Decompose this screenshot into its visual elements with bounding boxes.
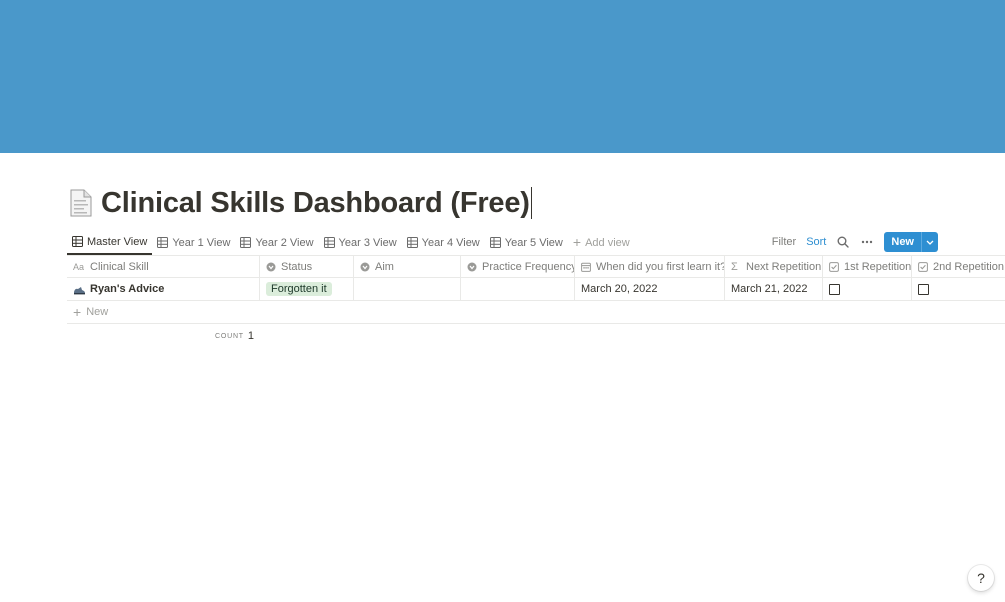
column-header-clinical-skill[interactable]: Aa Clinical Skill (67, 256, 260, 278)
plus-icon: + (73, 303, 82, 320)
page-header: Clinical Skills Dashboard (Free) (67, 184, 532, 222)
column-header-2nd-repetition[interactable]: 2nd Repetition (912, 256, 1005, 278)
calendar-icon (581, 262, 591, 272)
table-icon (240, 237, 252, 248)
table-header-row: Aa Clinical Skill Status Aim Practice Fr… (67, 255, 1005, 278)
tab-label: Year 4 View (421, 236, 480, 249)
tab-label: Year 5 View (504, 236, 563, 249)
cell-practice-frequency[interactable] (461, 278, 575, 300)
page-facing-up-icon[interactable] (67, 188, 95, 218)
tab-label: Year 3 View (338, 236, 397, 249)
checkbox-2nd-repetition[interactable] (918, 283, 929, 295)
table-icon (157, 237, 169, 248)
table-row[interactable]: Ryan's Advice Forgotten it March 20, 202… (67, 278, 1005, 301)
date-value: March 20, 2022 (581, 283, 658, 295)
column-header-status[interactable]: Status (260, 256, 354, 278)
view-tabs: Master View Year 1 View Year 2 View Year… (67, 230, 635, 255)
column-header-first-learn[interactable]: When did you first learn it? (575, 256, 725, 278)
column-label: 2nd Repetition (933, 261, 1004, 273)
more-options-icon[interactable] (860, 235, 874, 249)
tab-master-view[interactable]: Master View (67, 230, 153, 255)
checkbox-icon (918, 262, 928, 272)
view-tools: Filter Sort New (772, 232, 938, 252)
add-row-label: New (86, 306, 109, 318)
column-label: Clinical Skill (90, 261, 149, 273)
tab-label: Year 1 View (172, 236, 231, 249)
column-header-aim[interactable]: Aim (354, 256, 461, 278)
chevron-down-icon[interactable] (921, 232, 938, 252)
cell-clinical-skill[interactable]: Ryan's Advice (67, 278, 260, 300)
title-aa-icon: Aa (73, 262, 85, 272)
status-tag: Forgotten it (266, 282, 332, 296)
column-header-next-repetition[interactable]: Σ Next Repetition (725, 256, 823, 278)
row-name: Ryan's Advice (90, 283, 165, 295)
checkbox-icon (829, 262, 839, 272)
new-button-group: New (884, 232, 938, 252)
column-label: Next Repetition (746, 261, 822, 273)
tab-year-2-view[interactable]: Year 2 View (235, 230, 318, 255)
text-cursor (530, 187, 532, 219)
column-label: Aim (375, 261, 394, 273)
select-icon (360, 262, 370, 272)
table-icon (323, 237, 335, 248)
count-value: 1 (247, 330, 254, 342)
column-header-1st-repetition[interactable]: 1st Repetition (823, 256, 912, 278)
tab-year-1-view[interactable]: Year 1 View (152, 230, 235, 255)
select-icon (467, 262, 477, 272)
views-bar: Master View Year 1 View Year 2 View Year… (67, 230, 1005, 255)
formula-value: March 21, 2022 (731, 283, 808, 295)
sigma-icon: Σ (731, 261, 738, 273)
add-view-button[interactable]: + Add view (568, 230, 635, 255)
cell-next-repetition[interactable]: March 21, 2022 (725, 278, 823, 300)
cell-1st-repetition[interactable] (823, 278, 912, 300)
new-button[interactable]: New (884, 232, 921, 252)
help-button[interactable]: ? (968, 565, 994, 591)
sort-button[interactable]: Sort (806, 236, 826, 248)
shoe-icon (74, 286, 85, 294)
tab-year-5-view[interactable]: Year 5 View (485, 230, 568, 255)
plus-icon: + (572, 234, 582, 250)
calculation-row[interactable]: COUNT 1 (67, 324, 260, 348)
tab-year-3-view[interactable]: Year 3 View (319, 230, 402, 255)
column-header-practice-frequency[interactable]: Practice Frequency (461, 256, 575, 278)
column-label: When did you first learn it? (596, 261, 725, 273)
page-cover[interactable] (0, 0, 1005, 153)
table-icon (72, 236, 83, 247)
add-view-label: Add view (585, 236, 630, 249)
cell-status[interactable]: Forgotten it (260, 278, 354, 300)
checkbox-1st-repetition[interactable] (829, 283, 840, 295)
tab-year-4-view[interactable]: Year 4 View (402, 230, 485, 255)
column-label: Status (281, 261, 313, 273)
add-row-button[interactable]: + New (67, 301, 1005, 324)
column-label: Practice Frequency (482, 261, 575, 273)
search-icon[interactable] (836, 235, 850, 249)
tab-label: Year 2 View (255, 236, 314, 249)
select-icon (266, 262, 276, 272)
filter-button[interactable]: Filter (772, 236, 796, 248)
table-icon (406, 237, 418, 248)
cell-2nd-repetition[interactable] (912, 278, 1005, 300)
page-title[interactable]: Clinical Skills Dashboard (Free) (101, 187, 530, 220)
cell-first-learn[interactable]: March 20, 2022 (575, 278, 725, 300)
database-table: Aa Clinical Skill Status Aim Practice Fr… (67, 255, 1005, 348)
table-icon (489, 237, 501, 248)
count-label: COUNT (214, 332, 244, 340)
column-label: 1st Repetition (844, 261, 912, 273)
tab-label: Master View (87, 235, 148, 248)
cell-aim[interactable] (354, 278, 461, 300)
